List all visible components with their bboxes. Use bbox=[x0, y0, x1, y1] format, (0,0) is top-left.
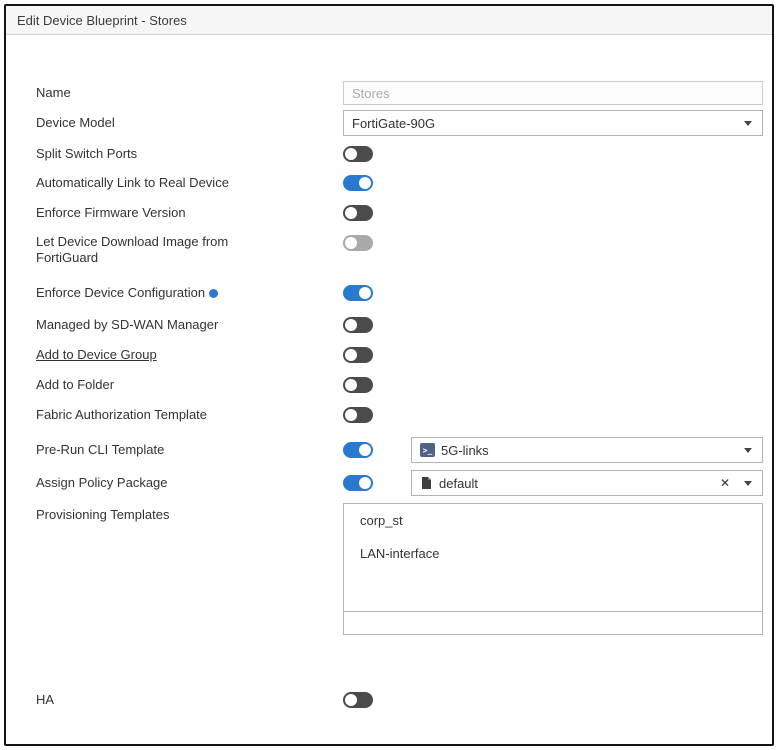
provisioning-templates-list: corp_st LAN-interface bbox=[343, 503, 763, 635]
chevron-down-icon bbox=[744, 481, 752, 486]
prerun-cli-template-toggle[interactable] bbox=[343, 442, 373, 458]
list-item[interactable]: corp_st bbox=[344, 504, 762, 537]
edit-device-blueprint-dialog: Edit Device Blueprint - Stores Name Devi… bbox=[4, 4, 774, 746]
toggle-knob bbox=[345, 207, 357, 219]
row-enforce-firmware: Enforce Firmware Version bbox=[36, 204, 772, 222]
policy-package-icon bbox=[420, 476, 433, 490]
toggle-knob bbox=[345, 237, 357, 249]
row-auto-link: Automatically Link to Real Device bbox=[36, 174, 772, 192]
chevron-down-icon bbox=[744, 448, 752, 453]
managed-by-sdwan-toggle[interactable] bbox=[343, 317, 373, 333]
info-icon[interactable] bbox=[209, 289, 218, 298]
assign-policy-package-toggle[interactable] bbox=[343, 475, 373, 491]
clear-icon[interactable]: ✕ bbox=[720, 477, 730, 489]
row-managed-by-sdwan: Managed by SD-WAN Manager bbox=[36, 316, 772, 334]
enforce-firmware-toggle[interactable] bbox=[343, 205, 373, 221]
row-enforce-device-config: Enforce Device Configuration bbox=[36, 284, 772, 302]
row-add-to-device-group: Add to Device Group bbox=[36, 346, 772, 364]
row-provisioning-templates: Provisioning Templates corp_st LAN-inter… bbox=[36, 503, 772, 635]
row-device-model: Device Model FortiGate-90G bbox=[36, 110, 772, 136]
device-model-label: Device Model bbox=[36, 115, 276, 131]
assign-policy-package-select[interactable]: default ✕ bbox=[411, 470, 763, 496]
toggle-knob bbox=[345, 349, 357, 361]
toggle-knob bbox=[359, 444, 371, 456]
toggle-knob bbox=[359, 177, 371, 189]
toggle-knob bbox=[345, 694, 357, 706]
managed-by-sdwan-label: Managed by SD-WAN Manager bbox=[36, 317, 276, 333]
device-model-value: FortiGate-90G bbox=[352, 116, 435, 131]
toggle-knob bbox=[345, 409, 357, 421]
row-prerun-cli-template: Pre-Run CLI Template >_ 5G-links bbox=[36, 437, 772, 463]
provisioning-template-input[interactable] bbox=[344, 611, 762, 634]
name-label: Name bbox=[36, 85, 276, 101]
enforce-device-config-label: Enforce Device Configuration bbox=[36, 285, 276, 301]
list-item[interactable]: LAN-interface bbox=[344, 537, 762, 570]
toggle-knob bbox=[345, 379, 357, 391]
name-input bbox=[343, 81, 763, 105]
dialog-title: Edit Device Blueprint - Stores bbox=[17, 13, 187, 28]
enforce-device-config-toggle[interactable] bbox=[343, 285, 373, 301]
add-to-device-group-toggle[interactable] bbox=[343, 347, 373, 363]
prerun-cli-template-select[interactable]: >_ 5G-links bbox=[411, 437, 763, 463]
toggle-knob bbox=[345, 319, 357, 331]
chevron-down-icon bbox=[744, 121, 752, 126]
add-to-device-group-link[interactable]: Add to Device Group bbox=[36, 347, 276, 363]
fabric-auth-template-toggle[interactable] bbox=[343, 407, 373, 423]
row-ha: HA bbox=[36, 691, 772, 709]
enforce-firmware-label: Enforce Firmware Version bbox=[36, 205, 276, 221]
auto-link-toggle[interactable] bbox=[343, 175, 373, 191]
toggle-knob bbox=[359, 477, 371, 489]
add-to-folder-toggle[interactable] bbox=[343, 377, 373, 393]
split-switch-ports-toggle[interactable] bbox=[343, 146, 373, 162]
toggle-knob bbox=[359, 287, 371, 299]
ha-label: HA bbox=[36, 692, 276, 708]
dialog-titlebar: Edit Device Blueprint - Stores bbox=[6, 6, 772, 35]
toggle-knob bbox=[345, 148, 357, 160]
add-to-folder-label: Add to Folder bbox=[36, 377, 276, 393]
auto-link-label: Automatically Link to Real Device bbox=[36, 175, 276, 191]
row-split-switch-ports: Split Switch Ports bbox=[36, 145, 772, 163]
row-add-to-folder: Add to Folder bbox=[36, 376, 772, 394]
cli-terminal-icon: >_ bbox=[420, 443, 435, 457]
split-switch-ports-label: Split Switch Ports bbox=[36, 146, 276, 162]
prerun-cli-template-value: 5G-links bbox=[441, 443, 489, 458]
prerun-cli-template-label: Pre-Run CLI Template bbox=[36, 442, 276, 458]
fabric-auth-template-label: Fabric Authorization Template bbox=[36, 407, 276, 423]
ha-toggle[interactable] bbox=[343, 692, 373, 708]
provisioning-templates-label: Provisioning Templates bbox=[36, 507, 276, 523]
assign-policy-package-value: default bbox=[439, 476, 478, 491]
dialog-body: Name Device Model FortiGate-90G Split Sw… bbox=[6, 35, 772, 709]
row-assign-policy-package: Assign Policy Package default ✕ bbox=[36, 470, 772, 496]
row-let-device-download: Let Device Download Image from FortiGuar… bbox=[36, 234, 772, 266]
let-device-download-toggle bbox=[343, 235, 373, 251]
let-device-download-label: Let Device Download Image from FortiGuar… bbox=[36, 234, 276, 266]
row-name: Name bbox=[36, 81, 772, 105]
assign-policy-package-label: Assign Policy Package bbox=[36, 475, 276, 491]
row-fabric-auth-template: Fabric Authorization Template bbox=[36, 406, 772, 424]
device-model-select[interactable]: FortiGate-90G bbox=[343, 110, 763, 136]
